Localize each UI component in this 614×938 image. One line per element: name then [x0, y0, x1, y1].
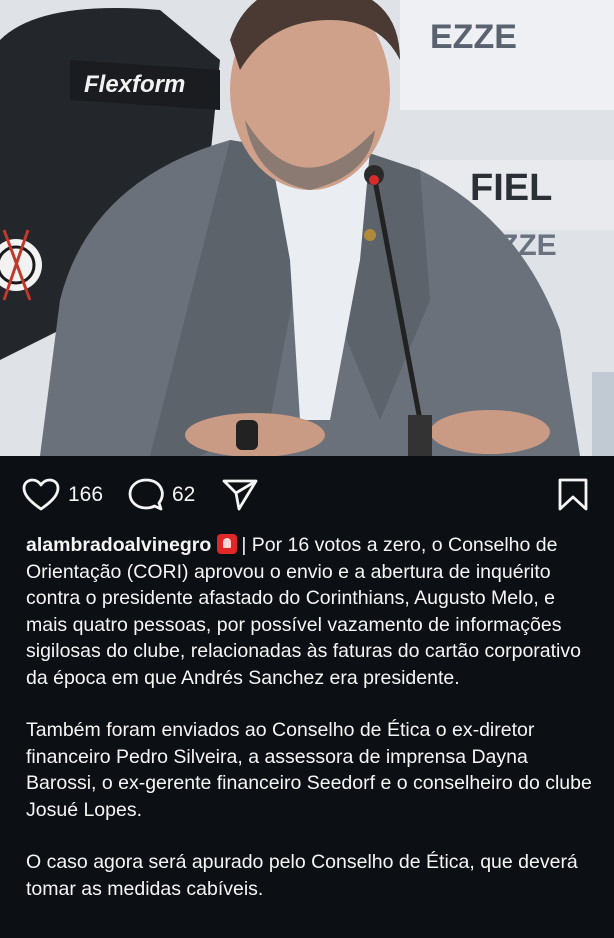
backdrop-brand-fiel: FIEL [470, 167, 552, 209]
caption-paragraph-2: Também foram enviados ao Conselho de Éti… [26, 719, 592, 821]
caption-text-1: | Por 16 votos a zero, o Conselho de Ori… [26, 534, 581, 689]
siren-icon [217, 534, 238, 554]
bookmark-icon [558, 478, 588, 511]
comment-count: 62 [172, 483, 196, 506]
paper-plane-icon [222, 479, 258, 511]
comment-bubble-icon [128, 478, 164, 511]
backdrop-brand-ezze: EZZE [430, 18, 517, 56]
post-caption: alambradoalvinegro | Por 16 votos a zero,… [26, 532, 596, 928]
like-button[interactable]: 166 [22, 478, 103, 512]
press-conference-image: EZZE FIEL EZZE Flexform [0, 0, 614, 456]
caption-paragraph-1: alambradoalvinegro | Por 16 votos a zero,… [26, 532, 596, 691]
share-button[interactable] [222, 478, 258, 512]
username-link[interactable]: alambradoalvinegro [26, 534, 211, 556]
caption-paragraph-3: O caso agora será apurado pelo Conselho … [26, 851, 578, 900]
heart-icon [22, 478, 60, 511]
save-button[interactable] [557, 478, 589, 512]
like-count: 166 [68, 483, 104, 506]
post-actions-bar: 166 62 [0, 470, 614, 520]
post-photo[interactable]: EZZE FIEL EZZE Flexform [0, 0, 614, 456]
comment-button[interactable]: 62 [128, 478, 195, 512]
chair-brand-text: Flexform [84, 71, 185, 98]
